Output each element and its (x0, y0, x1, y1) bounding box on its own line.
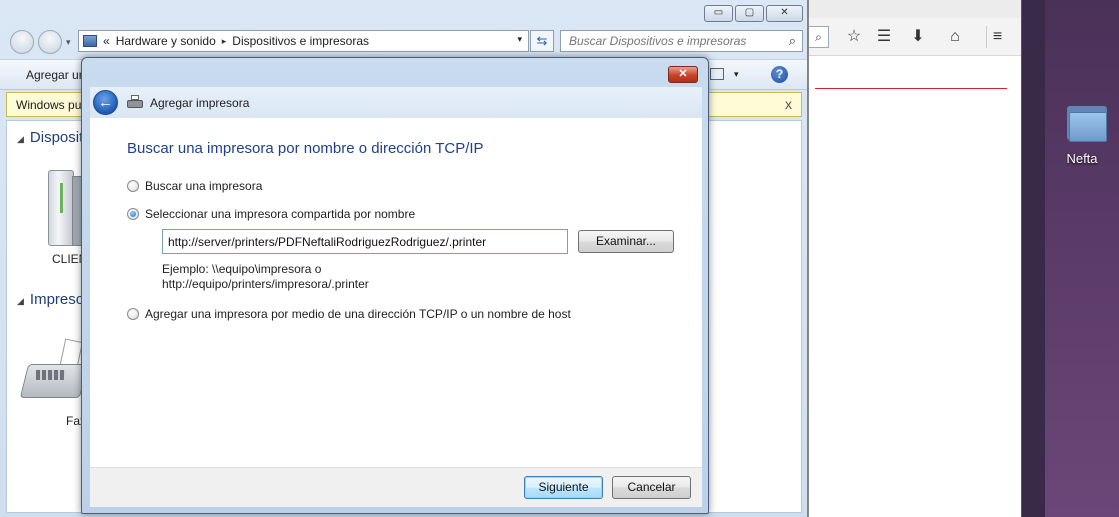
breadcrumb-separator-icon[interactable]: ▸ (222, 36, 227, 47)
control-panel-icon (83, 35, 97, 47)
dialog-header: ← Agregar impresora (90, 87, 702, 118)
info-bar-close-icon[interactable]: x (785, 96, 792, 112)
desktop-folder-label[interactable]: Nefta (1045, 151, 1119, 166)
caption-buttons: ▭ ▢ ✕ (704, 5, 803, 22)
option-shared-label[interactable]: Seleccionar una impresora compartida por… (145, 207, 415, 221)
dialog-footer: Siguiente Cancelar (90, 467, 702, 507)
devices-group-header[interactable]: ◢ Disposit (17, 129, 83, 146)
breadcrumb-root[interactable]: « (103, 34, 110, 48)
help-icon[interactable]: ? (771, 66, 788, 83)
page-title: Buscar una impresora por nombre o direcc… (127, 140, 484, 157)
option-tcpip[interactable]: Agregar una impresora por medio de una d… (127, 307, 571, 321)
folder-front (1069, 112, 1107, 142)
minimize-button[interactable]: ▭ (704, 5, 733, 22)
maximize-button[interactable]: ▢ (735, 5, 764, 22)
address-dropdown-icon[interactable]: ▾ (517, 34, 522, 45)
option-browse-label[interactable]: Buscar una impresora (145, 179, 262, 193)
collapse-triangle-icon[interactable]: ◢ (17, 296, 24, 306)
back-button[interactable] (10, 30, 34, 54)
search-icon[interactable]: ⌕ (809, 26, 829, 48)
example-text: Ejemplo: \\equipo\impresora o http://equ… (162, 262, 369, 292)
example-line-1: Ejemplo: \\equipo\impresora o (162, 262, 322, 276)
back-arrow-icon[interactable]: ← (93, 90, 118, 115)
dialog-close-button[interactable]: ✕ (668, 66, 698, 83)
dialog-body: Buscar una impresora por nombre o direcc… (90, 118, 702, 467)
view-dropdown-icon[interactable]: ▾ (734, 69, 739, 80)
search-box[interactable]: ⌕ (560, 30, 803, 52)
star-icon[interactable]: ☆ (843, 26, 865, 48)
browser-title-strip (809, 0, 1021, 18)
radio-shared[interactable] (127, 208, 139, 220)
computer-icon[interactable] (42, 170, 86, 246)
option-shared[interactable]: Seleccionar una impresora compartida por… (127, 207, 415, 221)
printers-group-label: Impreso (29, 291, 85, 308)
browse-button[interactable]: Examinar... (578, 230, 674, 253)
history-dropdown-icon[interactable]: ▾ (66, 37, 71, 48)
address-bar[interactable]: « Hardware y sonido ▸ Dispositivos e imp… (78, 30, 529, 52)
download-icon[interactable]: ⬇ (907, 26, 929, 48)
refresh-icon[interactable]: ⇆ (530, 30, 554, 52)
fax-keypad (36, 370, 66, 380)
breadcrumb-item-devices[interactable]: Dispositivos e impresoras (232, 34, 369, 48)
computer-led (60, 183, 63, 213)
printer-icon (127, 95, 143, 109)
view-options-icon[interactable] (710, 68, 724, 80)
radio-browse[interactable] (127, 180, 139, 192)
radio-tcpip[interactable] (127, 308, 139, 320)
reading-list-icon[interactable]: ☰ (873, 26, 895, 48)
folder-icon[interactable] (1065, 102, 1109, 142)
close-button[interactable]: ✕ (766, 5, 803, 22)
page-divider (815, 88, 1007, 89)
desktop-background (1045, 0, 1119, 517)
fax-icon[interactable] (19, 338, 89, 408)
example-line-2: http://equipo/printers/impresora/.printe… (162, 277, 369, 291)
menu-icon[interactable]: ≡ (986, 26, 1008, 48)
option-browse[interactable]: Buscar una impresora (127, 179, 262, 193)
search-icon[interactable]: ⌕ (789, 33, 796, 49)
browser-toolbar: ⌕ ☆ ☰ ⬇ ⌂ ≡ (809, 18, 1021, 56)
info-bar-text: Windows pu (16, 98, 82, 112)
collapse-triangle-icon[interactable]: ◢ (17, 134, 24, 144)
shared-printer-path-field[interactable] (162, 229, 568, 254)
add-device-button[interactable]: Agregar un (26, 68, 85, 82)
home-icon[interactable]: ⌂ (944, 26, 966, 48)
search-input[interactable] (561, 31, 771, 51)
option-tcpip-label[interactable]: Agregar una impresora por medio de una d… (145, 307, 571, 321)
printer-base (127, 100, 143, 108)
printers-group-header[interactable]: ◢ Impreso (17, 291, 84, 308)
devices-group-label: Disposit (29, 129, 84, 146)
next-button[interactable]: Siguiente (524, 476, 603, 499)
computer-tower (48, 170, 74, 246)
cancel-button[interactable]: Cancelar (612, 476, 691, 499)
forward-button[interactable] (38, 30, 62, 54)
breadcrumb-item-hardware[interactable]: Hardware y sonido (116, 34, 216, 48)
dialog-title: Agregar impresora (150, 96, 250, 110)
browser-window: ⌕ ☆ ☰ ⬇ ⌂ ≡ (808, 0, 1022, 517)
add-printer-dialog: ✕ ← Agregar impresora Buscar una impreso… (81, 57, 709, 514)
